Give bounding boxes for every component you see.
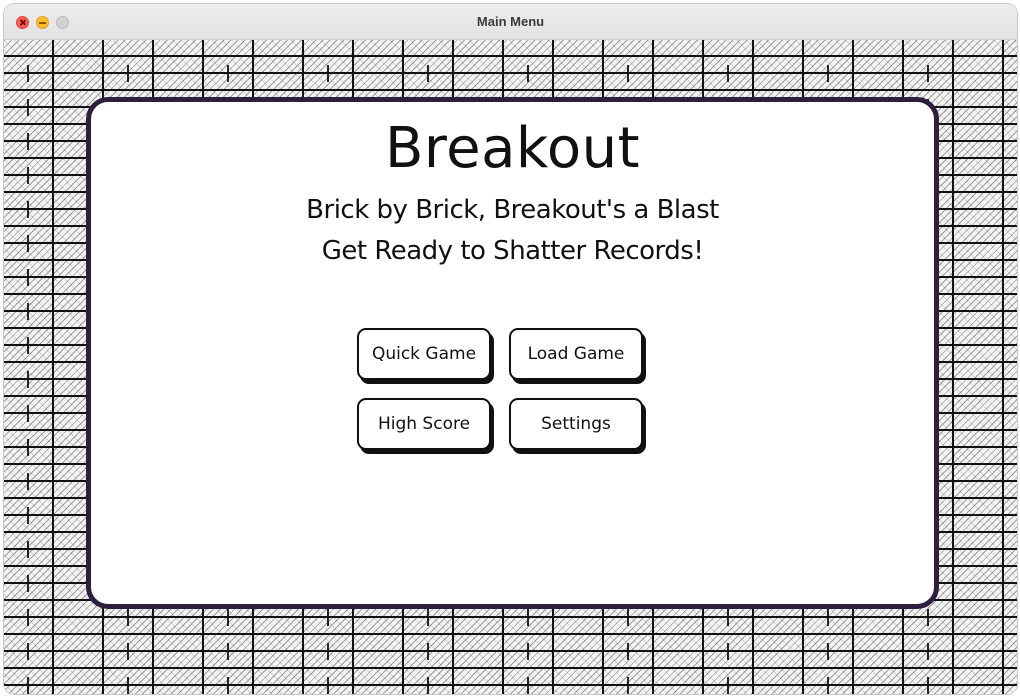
quick-game-button[interactable]: Quick Game — [357, 328, 491, 380]
app-window: Main Menu Breakout Brick by Brick, Break… — [4, 4, 1017, 694]
game-title: Breakout — [384, 116, 641, 181]
tagline-line-1: Brick by Brick, Breakout's a Blast — [306, 195, 719, 225]
load-game-button[interactable]: Load Game — [509, 328, 643, 380]
title-bar[interactable]: Main Menu — [4, 4, 1017, 40]
tagline-line-2: Get Ready to Shatter Records! — [321, 236, 704, 266]
main-menu-panel: Breakout Brick by Brick, Breakout's a Bl… — [86, 97, 939, 609]
settings-button[interactable]: Settings — [509, 398, 643, 450]
window-title: Main Menu — [476, 14, 545, 29]
high-score-button[interactable]: High Score — [357, 398, 491, 450]
